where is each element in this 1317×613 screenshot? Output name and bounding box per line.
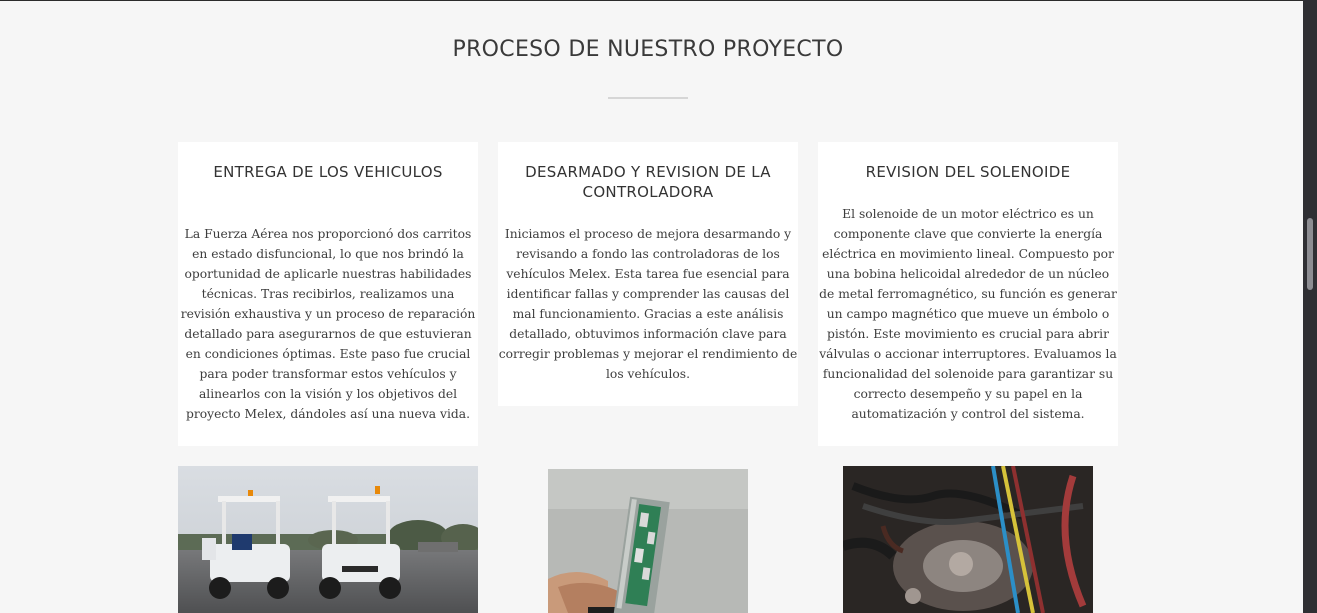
- card-heading: REVISION DEL SOLENOIDE: [865, 163, 1071, 181]
- card-entrega: ENTREGA DE LOS VEHICULOS La Fuerza Aérea…: [178, 142, 478, 446]
- solenoid-photo: [843, 466, 1093, 613]
- card-heading: DESARMADO Y REVISION DE LA CONTROLADORA: [525, 163, 771, 201]
- scrollbar-thumb[interactable]: [1307, 218, 1313, 290]
- controller-photo: [548, 469, 748, 613]
- carts-photo: [178, 466, 478, 613]
- card-heading: ENTREGA DE LOS VEHICULOS: [213, 163, 443, 181]
- title-divider: [608, 97, 688, 99]
- card-controladora: DESARMADO Y REVISION DE LA CONTROLADORA …: [498, 142, 798, 406]
- card-text: Iniciamos el proceso de mejora desarmand…: [498, 227, 798, 381]
- card-solenoide: REVISION DEL SOLENOIDE El solenoide de u…: [818, 142, 1118, 446]
- card-text: El solenoide de un motor eléctrico es un…: [819, 207, 1117, 421]
- section-title: PROCESO DE NUESTRO PROYECTO: [452, 37, 844, 62]
- page-content: PROCESO DE NUESTRO PROYECTO ENTREGA DE L…: [0, 1, 1303, 613]
- card-text: La Fuerza Aérea nos proporcionó dos carr…: [180, 227, 476, 421]
- vertical-scrollbar[interactable]: [1303, 0, 1317, 613]
